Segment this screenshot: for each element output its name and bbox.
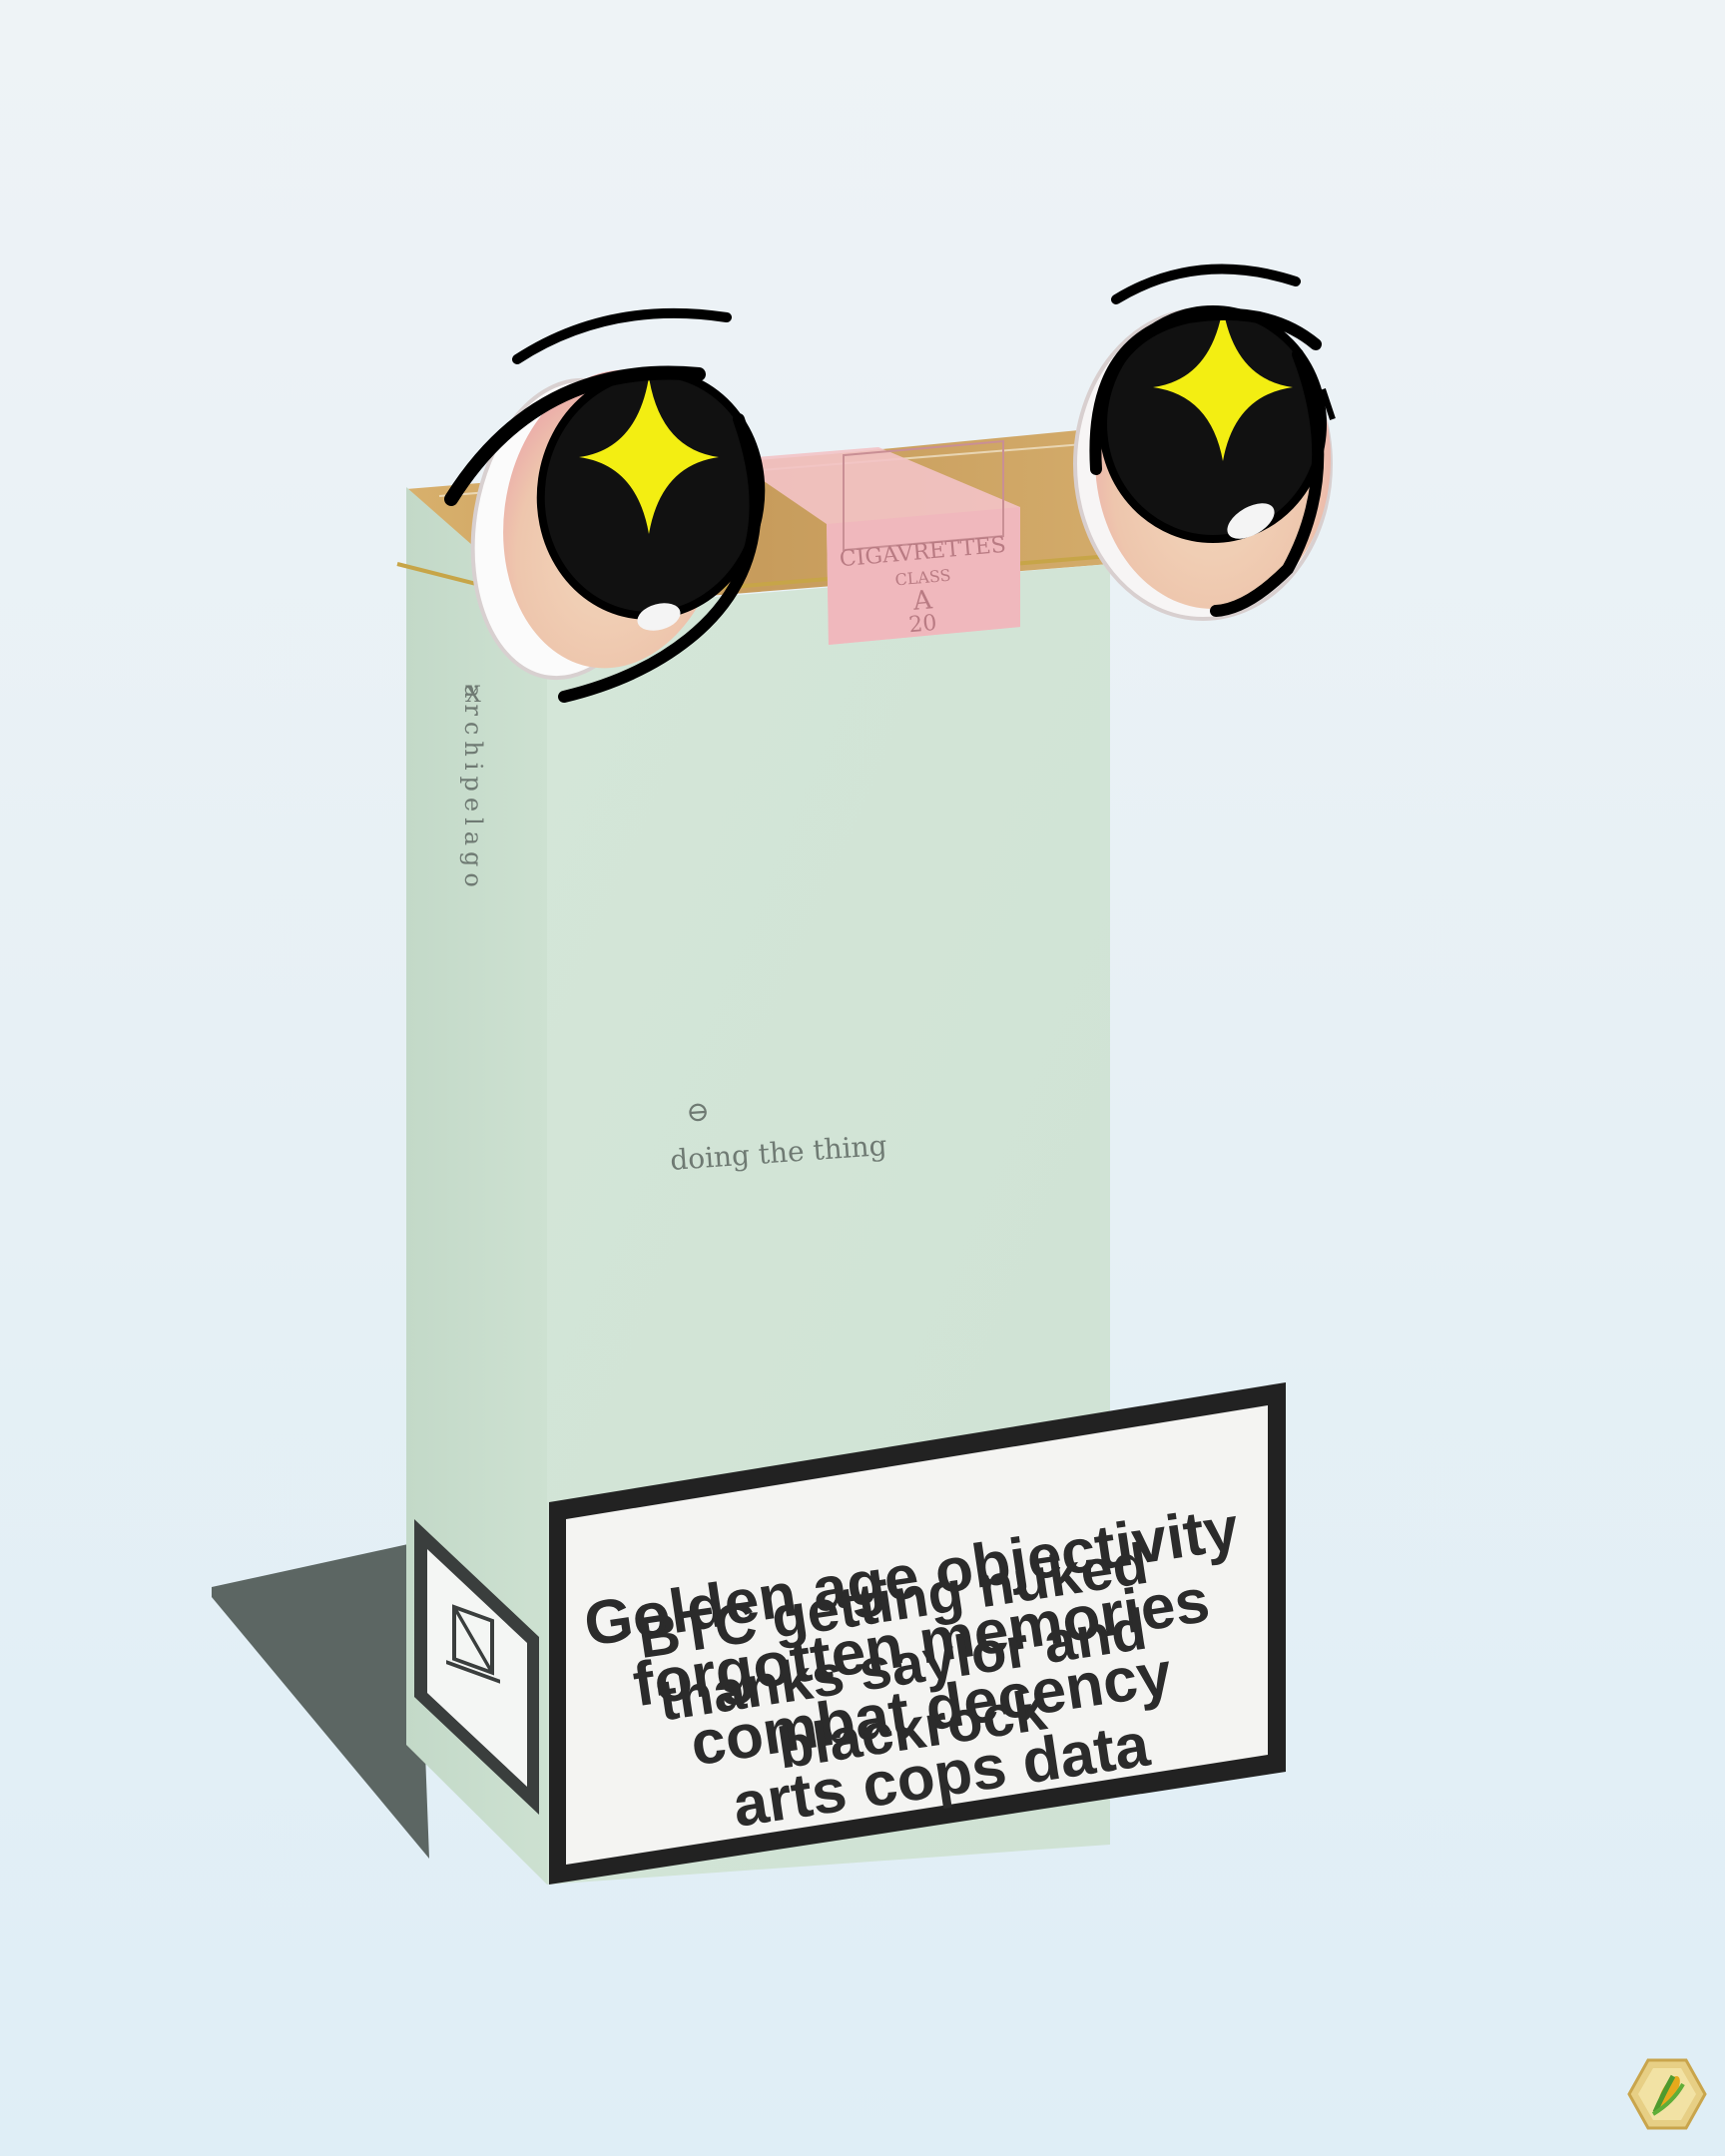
front-symbol: ⊖ — [685, 1094, 711, 1129]
corn-badge-icon — [1627, 2058, 1707, 2130]
brand-name: archipelago — [459, 684, 487, 893]
artwork-scene: X archipelago ⊖ doing the thing Golden a… — [212, 264, 1707, 2130]
pack-shadow — [212, 1542, 429, 1859]
right-eye-icon — [1073, 264, 1336, 621]
stamp-count: 20 — [907, 611, 937, 638]
